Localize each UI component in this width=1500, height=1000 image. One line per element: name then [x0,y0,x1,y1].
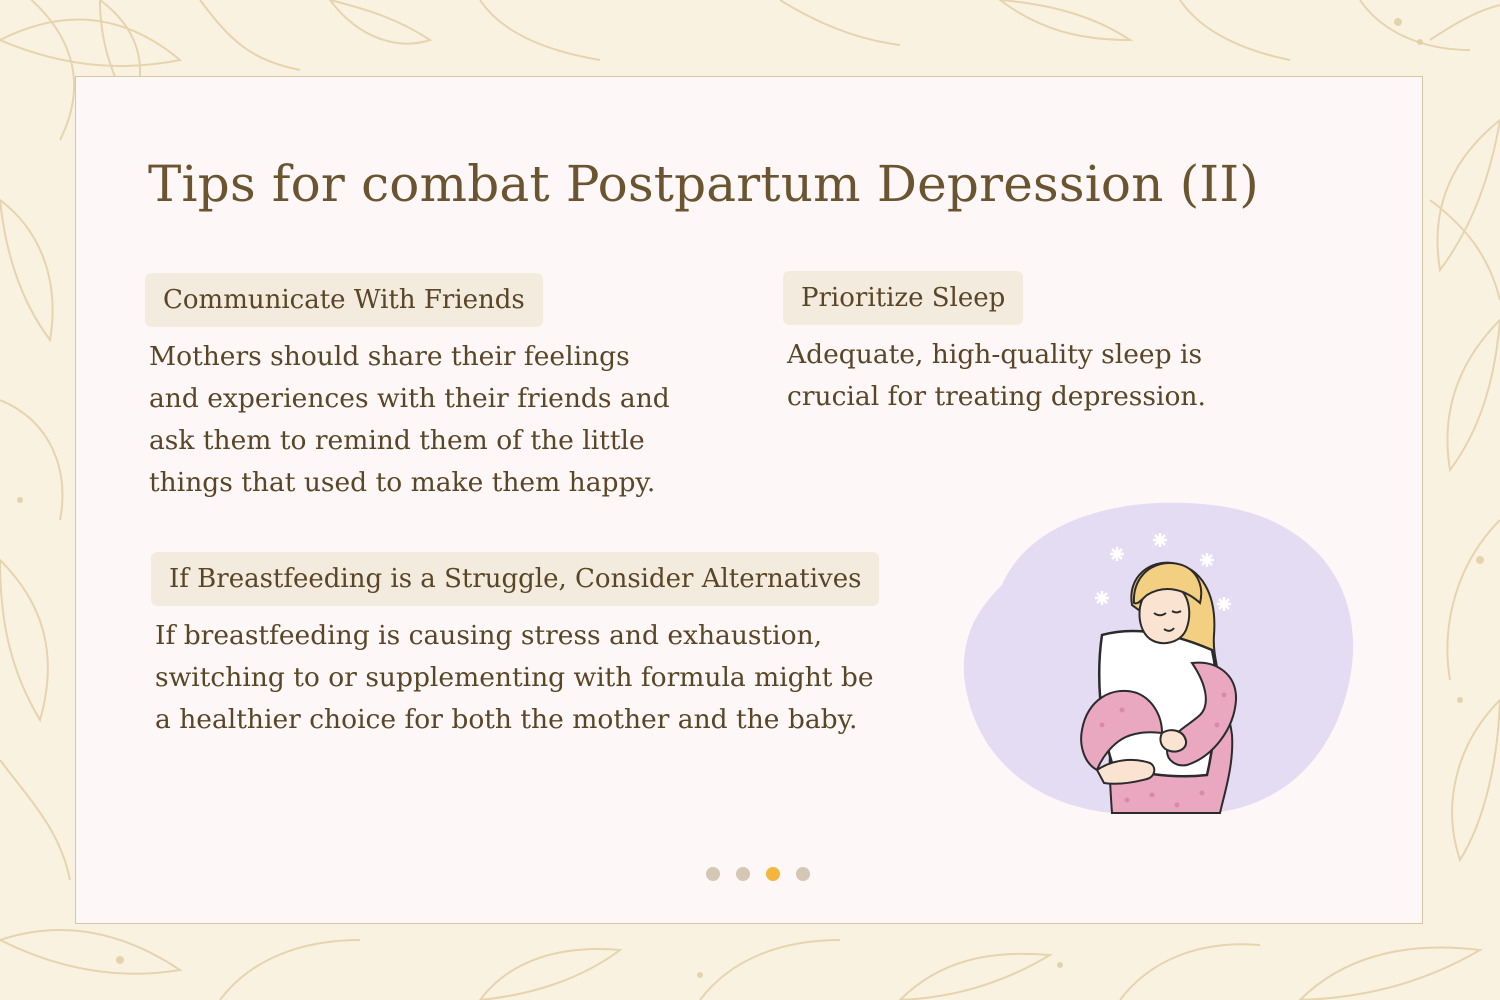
tip-line: crucial for treating depression. [787,381,1206,412]
tip-heading-sleep: Prioritize Sleep [783,271,1024,325]
tip-text-sleep: Adequate, high-quality sleep is crucial … [787,334,1206,418]
pagination-dot[interactable] [796,867,810,881]
tip-line: switching to or supplementing with formu… [155,662,874,693]
tip-text-communicate: Mothers should share their feelings and … [149,336,670,504]
tip-line: Adequate, high-quality sleep is [787,339,1203,370]
tip-line: ask them to remind them of the little [149,425,645,456]
pagination-dot[interactable] [736,867,750,881]
tip-line: Mothers should share their feelings [149,341,630,372]
tip-line: If breastfeeding is causing stress and e… [155,620,823,651]
tip-heading-breastfeeding: If Breastfeeding is a Struggle, Consider… [151,552,880,606]
woman-hugging-pillow-illustration [963,502,1354,814]
tip-text-breastfeeding: If breastfeeding is causing stress and e… [155,615,874,741]
pagination-dot[interactable] [706,867,720,881]
tip-heading-communicate: Communicate With Friends [145,273,543,327]
page-title: Tips for combat Postpartum Depression (I… [148,155,1260,213]
tip-line: things that used to make them happy. [149,467,656,498]
pagination-dot-active[interactable] [766,867,780,881]
tip-line: a healthier choice for both the mother a… [155,704,858,735]
tip-line: and experiences with their friends and [149,383,670,414]
content-card: Tips for combat Postpartum Depression (I… [75,76,1423,924]
pagination-dots [706,867,810,881]
